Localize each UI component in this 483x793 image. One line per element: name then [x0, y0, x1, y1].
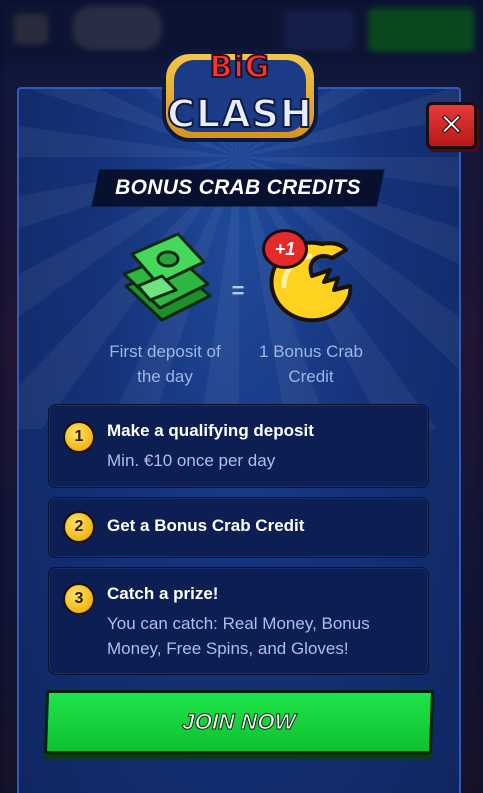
join-now-button[interactable]: JOIN NOW: [43, 690, 435, 754]
deposit-caption: First deposit of the day: [109, 342, 221, 386]
step-number-badge: 3: [63, 583, 95, 615]
close-button[interactable]: ✕: [426, 102, 477, 149]
step-card-3: 3 Catch a prize! You can catch: Real Mon…: [48, 567, 429, 675]
equals-sign: =: [231, 278, 245, 303]
step-number-badge: 2: [63, 511, 95, 543]
logo-big-text: BiG: [209, 49, 271, 86]
step-number-badge: 1: [63, 421, 95, 453]
credit-caption: 1 Bonus Crab Credit: [259, 342, 363, 386]
join-now-label: JOIN NOW: [181, 709, 297, 735]
cash-stack-icon: [122, 232, 212, 322]
logo-clash-text: CLASH: [166, 91, 313, 137]
step-title: Catch a prize!: [107, 584, 219, 603]
step-card-1: 1 Make a qualifying deposit Min. €10 onc…: [48, 404, 429, 488]
step-title: Make a qualifying deposit: [107, 421, 314, 440]
step-description: You can catch: Real Money, Bonus Money, …: [107, 614, 370, 658]
step-description: Min. €10 once per day: [107, 451, 276, 470]
step-title: Get a Bonus Crab Credit: [107, 516, 305, 535]
plus-one-badge: +1: [262, 229, 308, 269]
big-clash-logo: BiG CLASH: [152, 44, 328, 148]
close-icon: ✕: [438, 107, 465, 143]
modal-title: BONUS CRAB CREDITS: [115, 176, 361, 199]
step-card-2: 2 Get a Bonus Crab Credit: [48, 497, 429, 558]
